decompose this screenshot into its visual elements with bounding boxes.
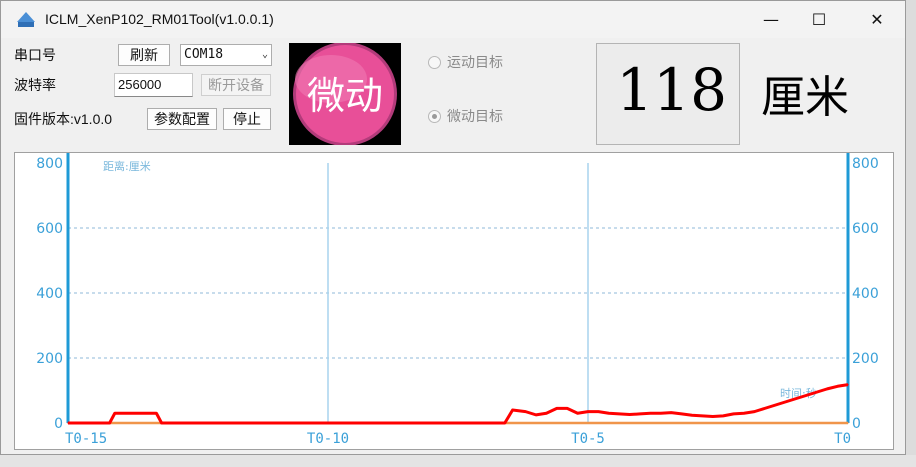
series-0-point: [577, 412, 579, 414]
series-0-point: [618, 413, 620, 415]
series-0-point: [566, 407, 568, 409]
series-0-point: [681, 413, 683, 415]
series-0-point: [545, 412, 548, 414]
micro-motion-badge-icon: 微动: [293, 42, 397, 146]
series-0-point: [733, 413, 735, 415]
series-0-point: [155, 412, 157, 414]
y-tick-label-left: 400: [36, 286, 63, 302]
background-strip-bottom: [0, 455, 916, 467]
maximize-button[interactable]: ☐: [795, 1, 843, 38]
series-0-point: [743, 412, 745, 414]
series-0-point: [795, 398, 797, 400]
radio-micro-target[interactable]: 微动目标: [428, 106, 503, 126]
y-tick-label-right: 200: [852, 351, 879, 367]
series-0-point: [847, 384, 849, 386]
series-0-point: [649, 412, 652, 414]
series-0-point: [512, 409, 514, 411]
distance-display: 118: [596, 43, 740, 145]
x-tick-label: T0: [834, 431, 851, 447]
minimize-button[interactable]: —: [747, 1, 795, 38]
chevron-down-icon: ⌄: [261, 49, 268, 60]
series-0-point: [556, 407, 558, 409]
series-0-point: [774, 404, 776, 406]
distance-chart: 0 0 200 200 400 400 600 600 800 800 T0-15 T0-10 T0-5…: [36, 153, 879, 447]
series-0-point: [608, 412, 610, 414]
series-0-point: [67, 422, 69, 424]
baud-input[interactable]: 256000: [114, 73, 193, 97]
series-0-point: [837, 385, 839, 387]
series-0-point: [764, 407, 766, 409]
series-0-point: [114, 412, 116, 414]
series-line-0: [68, 383, 849, 425]
distance-value: 118: [616, 56, 727, 124]
series-0-point: [587, 411, 589, 413]
port-select-value: COM18: [184, 47, 224, 62]
disconnect-button[interactable]: 断开设备: [201, 74, 271, 96]
y-tick-label-left: 600: [36, 221, 63, 237]
y-tick-label-left: 0: [54, 416, 63, 432]
series-0-point: [785, 401, 787, 403]
firmware-version-label: 固件版本:v1.0.0: [14, 111, 113, 127]
series-0-point: [670, 412, 672, 414]
series-0-point: [691, 414, 693, 416]
series-0-point: [660, 412, 662, 414]
x-tick-label: T0-10: [307, 431, 349, 447]
radio-button: [428, 55, 441, 69]
maximize-icon: ☐: [811, 10, 827, 29]
series-0-point: [639, 413, 641, 415]
y-tick-label-right: 400: [852, 286, 879, 302]
app-window: ICLM_XenP102_RM01Tool(v1.0.0.1) — ☐ ✕ 串口…: [0, 0, 906, 455]
port-select[interactable]: COM18 ⌄: [180, 44, 272, 66]
series-0-point: [629, 413, 631, 416]
app-logo-icon: [17, 12, 35, 27]
series-0-point: [816, 391, 818, 393]
y-tick-label-left: 200: [36, 351, 63, 367]
x-tick-label: T0-15: [65, 431, 107, 447]
config-button[interactable]: 参数配置: [147, 108, 217, 130]
series-0-point: [712, 415, 714, 418]
series-0-point: [161, 422, 163, 424]
radio-motion-target[interactable]: 运动目标: [428, 52, 503, 72]
target-state-badge: 微动: [289, 42, 401, 146]
series-0-point: [753, 411, 756, 413]
distance-chart-frame: 0 0 200 200 400 400 600 600 800 800 T0-15 T0-10 T0-5…: [14, 152, 894, 450]
y-tick-label-right: 600: [852, 221, 879, 237]
radio-button-selected: [428, 109, 441, 123]
series-0-point: [504, 422, 506, 424]
badge-text: 微动: [307, 74, 383, 118]
radio-motion-label: 运动目标: [447, 54, 503, 70]
y-tick-label-right: 800: [852, 156, 879, 172]
y-axis-title: 距离:厘米: [103, 159, 151, 173]
close-icon: ✕: [870, 10, 884, 29]
x-tick-label: T0-5: [571, 431, 605, 447]
close-button[interactable]: ✕: [853, 1, 901, 38]
radio-micro-label: 微动目标: [447, 108, 503, 124]
series-0-point: [826, 388, 828, 390]
series-0-point: [535, 414, 537, 416]
title-bar[interactable]: ICLM_XenP102_RM01Tool(v1.0.0.1) — ☐ ✕: [1, 1, 905, 38]
series-0-point: [597, 411, 600, 413]
window-title: ICLM_XenP102_RM01Tool(v1.0.0.1): [45, 11, 274, 27]
stop-button[interactable]: 停止: [223, 108, 271, 130]
series-0-point: [109, 422, 111, 424]
series-0-point: [525, 411, 527, 413]
distance-unit: 厘米: [761, 72, 849, 123]
series-0-point: [701, 415, 704, 417]
minimize-icon: —: [763, 10, 779, 29]
series-1-point: [847, 422, 849, 424]
port-label: 串口号: [14, 47, 56, 63]
y-tick-label-right: 0: [852, 416, 861, 432]
refresh-button[interactable]: 刷新: [118, 44, 170, 66]
series-0-point: [805, 394, 808, 396]
series-0-point: [722, 415, 724, 417]
baud-label: 波特率: [14, 77, 56, 93]
y-tick-label-left: 800: [36, 156, 63, 172]
